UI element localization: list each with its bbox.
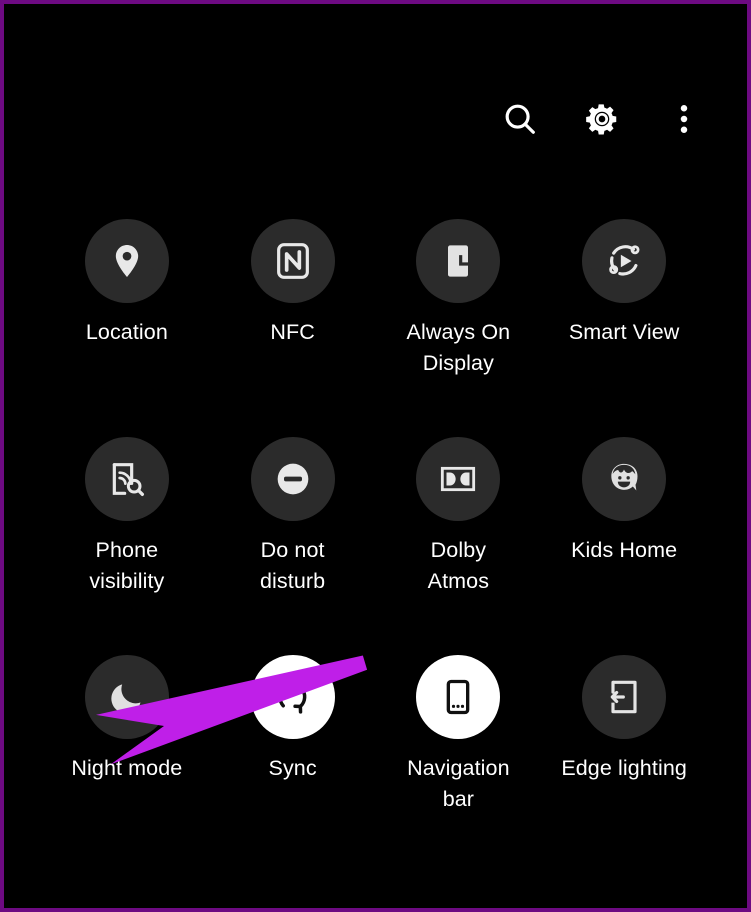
edge-lighting-icon: [610, 680, 637, 714]
quick-tile-label: Do not disturb: [260, 538, 326, 593]
sync-icon: [277, 680, 307, 714]
tile-icon-wrap: [250, 437, 335, 521]
quick-tile-label: Smart View: [568, 320, 680, 344]
tile-icon-wrap: [582, 437, 667, 521]
always-on-display-icon: [448, 245, 470, 277]
tile-icon-wrap: [416, 655, 501, 739]
quick-tile-sync[interactable]: Sync: [210, 655, 376, 815]
quick-tile-kids-home[interactable]: Kids Home: [541, 437, 707, 597]
quick-tile-label: Sync: [268, 756, 317, 780]
night-mode-moon-icon: [111, 684, 141, 714]
quick-tile-do-not-disturb[interactable]: Do not disturb: [210, 437, 376, 597]
phone-screenshot: Location NFC Always On Display Smart Vie…: [0, 0, 751, 912]
gear-icon[interactable]: [579, 96, 625, 142]
do-not-disturb-icon: [277, 463, 308, 495]
phone-visibility-icon: [112, 463, 144, 497]
quick-settings-panel: Location NFC Always On Display Smart Vie…: [4, 4, 747, 908]
quick-tile-label: NFC: [270, 320, 315, 344]
tile-icon-wrap: [250, 219, 335, 303]
top-action-bar: [497, 96, 707, 142]
quick-tile-dolby-atmos[interactable]: Dolby Atmos: [376, 437, 542, 597]
quick-tile-label: Dolby Atmos: [427, 538, 490, 593]
smart-view-icon: [609, 245, 640, 276]
tile-icon-wrap: [582, 655, 667, 739]
tile-icon-wrap: [416, 219, 501, 303]
tile-icon-wrap: [84, 655, 169, 739]
location-pin-icon: [115, 245, 139, 277]
quick-tile-label: Navigation bar: [407, 756, 510, 811]
tile-icon-wrap: [250, 655, 335, 739]
tile-icon-wrap: [84, 219, 169, 303]
dolby-atmos-icon: [441, 466, 476, 492]
quick-tile-label: Edge lighting: [561, 756, 687, 780]
quick-tile-smart-view[interactable]: Smart View: [541, 219, 707, 379]
quick-tile-night-mode[interactable]: Night mode: [44, 655, 210, 815]
tile-icon-wrap: [416, 437, 501, 521]
kids-home-icon: [611, 463, 638, 491]
quick-settings-grid: Location NFC Always On Display Smart Vie…: [44, 219, 707, 815]
search-icon[interactable]: [497, 96, 543, 142]
quick-tile-navigation-bar[interactable]: Navigation bar: [376, 655, 542, 815]
quick-tile-edge-lighting[interactable]: Edge lighting: [541, 655, 707, 815]
quick-tile-always-on-display[interactable]: Always On Display: [376, 219, 542, 379]
quick-tile-phone-visibility[interactable]: Phone visibility: [44, 437, 210, 597]
more-options-icon[interactable]: [661, 96, 707, 142]
quick-tile-location[interactable]: Location: [44, 219, 210, 379]
nfc-icon: [276, 243, 309, 279]
quick-tile-label: Always On Display: [406, 320, 511, 375]
quick-tile-label: Phone visibility: [89, 538, 165, 593]
quick-tile-label: Kids Home: [571, 538, 678, 562]
quick-tile-nfc[interactable]: NFC: [210, 219, 376, 379]
tile-icon-wrap: [582, 219, 667, 303]
quick-tile-label: Location: [85, 320, 168, 344]
quick-tile-label: Night mode: [71, 756, 183, 780]
navigation-bar-icon: [447, 679, 470, 715]
tile-icon-wrap: [84, 437, 169, 521]
